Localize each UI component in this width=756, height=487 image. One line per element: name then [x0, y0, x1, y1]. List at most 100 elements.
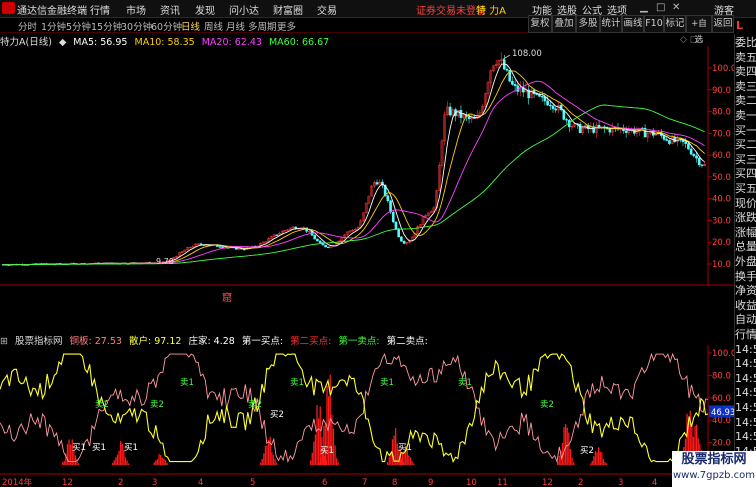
sell-signal-label: 卖1 [290, 378, 304, 388]
candle-body [386, 195, 390, 202]
mainforce-bar [115, 457, 117, 465]
mainforce-bar [113, 460, 115, 465]
candle-body [513, 84, 517, 87]
x-tick-label: 4 [198, 478, 203, 487]
candle-body [313, 235, 317, 240]
watermark: 股票指标网 www.7gpzb.com [672, 451, 756, 487]
candle-body [389, 200, 392, 213]
period-60min[interactable]: 60分钟 [151, 19, 182, 33]
back-button[interactable]: 返回 [712, 15, 734, 33]
marker-label: 窟 [222, 293, 232, 304]
period-5min[interactable]: 5分钟 [66, 19, 91, 33]
candle-body [394, 221, 398, 230]
menu-faxian[interactable]: 发现 [195, 2, 215, 17]
period-fenshi[interactable]: 分时 [18, 19, 37, 33]
biaoji-button[interactable]: 标记 [664, 15, 686, 33]
sidebar-item: 委比 [735, 36, 756, 49]
mainforce-bar [400, 457, 402, 465]
menu-wenxiaoda[interactable]: 问小达 [229, 2, 259, 17]
candle-body [546, 100, 549, 106]
mainforce-bar [604, 462, 606, 465]
mainforce-bar [124, 457, 127, 465]
ma5-line [3, 63, 705, 266]
period-month[interactable]: 月线 [226, 19, 245, 33]
period-week[interactable]: 周线 [204, 19, 223, 33]
candle-body [402, 241, 406, 244]
menu-jiaoyi[interactable]: 交易 [317, 2, 337, 17]
mainforce-bar [408, 455, 410, 465]
menu-hangqing[interactable]: 行情 [90, 2, 110, 17]
candle-body [375, 182, 379, 185]
price-tick-label: 10.0 [712, 260, 731, 270]
minimize-icon[interactable]: ▁ [640, 2, 648, 13]
kline-chart[interactable]: 100.0 90.0 80.0 70.0 60.0 50.0 40.0 30.0 20.0 10.… [0, 46, 734, 286]
huaxian-button[interactable]: 画线 [622, 15, 644, 33]
x-tick-label: 6 [322, 478, 327, 487]
mainforce-bar [66, 444, 69, 465]
mainforce-bar [606, 463, 608, 465]
high-label: 108.00 [512, 49, 542, 59]
mainforce-bar [573, 462, 575, 465]
mainforce-bar [276, 462, 278, 465]
period-1min[interactable]: 1分钟 [41, 19, 66, 33]
chart-option-icon[interactable]: ◇ ▢ [680, 35, 698, 45]
candle-body [687, 143, 690, 150]
period-30min[interactable]: 30分钟 [121, 19, 152, 33]
fuquan-button[interactable]: 复权 [528, 15, 552, 33]
sidebar-item: 卖五 [735, 50, 756, 64]
sidebar-item: 涨幅 [735, 225, 756, 239]
period-more[interactable]: 更多 [277, 19, 296, 33]
x-tick-label: 2014年 [2, 477, 33, 487]
duogu-button[interactable]: 多股 [576, 15, 600, 33]
candle-body [400, 236, 403, 242]
mainforce-bar [266, 445, 268, 465]
quote-sidebar: 委比 卖五 卖四 卖三 卖二 卖一 买一 买二 买三 买四 买五 现价 涨跌 涨幅 总量 外盘 换手 净资 收益 自动… [734, 34, 756, 487]
sidebar-item: 14:5 [735, 386, 756, 400]
sidebar-item: 自动 [735, 313, 756, 327]
x-tick-label: 8 [392, 478, 397, 487]
close-icon[interactable]: ✕ [672, 2, 680, 13]
candle-body [448, 106, 452, 116]
price-tick-label: 80.0 [712, 108, 731, 118]
mainforce-bar [320, 457, 322, 465]
period-day[interactable]: 日线 [181, 19, 200, 33]
candle-body [549, 104, 552, 107]
sidebar-item: 买三 [735, 152, 756, 166]
add-favorite-button[interactable]: +自选 [686, 15, 712, 45]
indicator-tick-label: 100.0 [712, 349, 734, 359]
mainforce-bar [590, 463, 592, 465]
period-multi[interactable]: 多周期 [248, 19, 277, 33]
mainforce-bar [558, 455, 560, 465]
current-value-label: 46.93 [711, 408, 734, 418]
title-stock-name: 特 力A [476, 6, 507, 17]
candle-body [684, 141, 687, 144]
price-tick-label: 100.0 [712, 64, 734, 74]
diejia-button[interactable]: 叠加 [552, 15, 576, 33]
indicator-chart[interactable]: 100.080.060.040.020.0买1 买1 买1 买1 买1买2买2卖2卖1卖… [0, 345, 734, 475]
mainforce-bar [601, 452, 603, 465]
mainforce-bar [311, 452, 313, 465]
menu-zixun[interactable]: 资讯 [160, 2, 180, 17]
mainforce-bar [310, 460, 312, 465]
mainforce-bar [121, 443, 123, 465]
ma60-line [3, 104, 705, 266]
menu-shichang[interactable]: 市场 [126, 2, 146, 17]
f10-button[interactable]: F10 [644, 15, 664, 33]
period-15min[interactable]: 15分钟 [91, 19, 122, 33]
mainforce-bar [74, 455, 77, 465]
tongji-button[interactable]: 统计 [600, 15, 622, 33]
candle-body [565, 119, 568, 121]
mainforce-bar [318, 418, 320, 465]
x-tick-label: 3 [152, 478, 157, 487]
mainforce-bar [263, 453, 265, 465]
maximize-icon[interactable]: □ [656, 2, 665, 13]
menu-caifuquan[interactable]: 财富圈 [273, 2, 303, 17]
app-title: 通达信金融终端 [17, 6, 87, 17]
candle-body [551, 105, 555, 110]
sidebar-item: 14:5 [735, 371, 756, 385]
mainforce-bar [161, 457, 163, 465]
sell-signal-label: 卖2 [150, 400, 164, 410]
candle-body [697, 157, 701, 166]
sidebar-item: 买二 [735, 138, 756, 152]
mainforce-bar [602, 459, 605, 465]
